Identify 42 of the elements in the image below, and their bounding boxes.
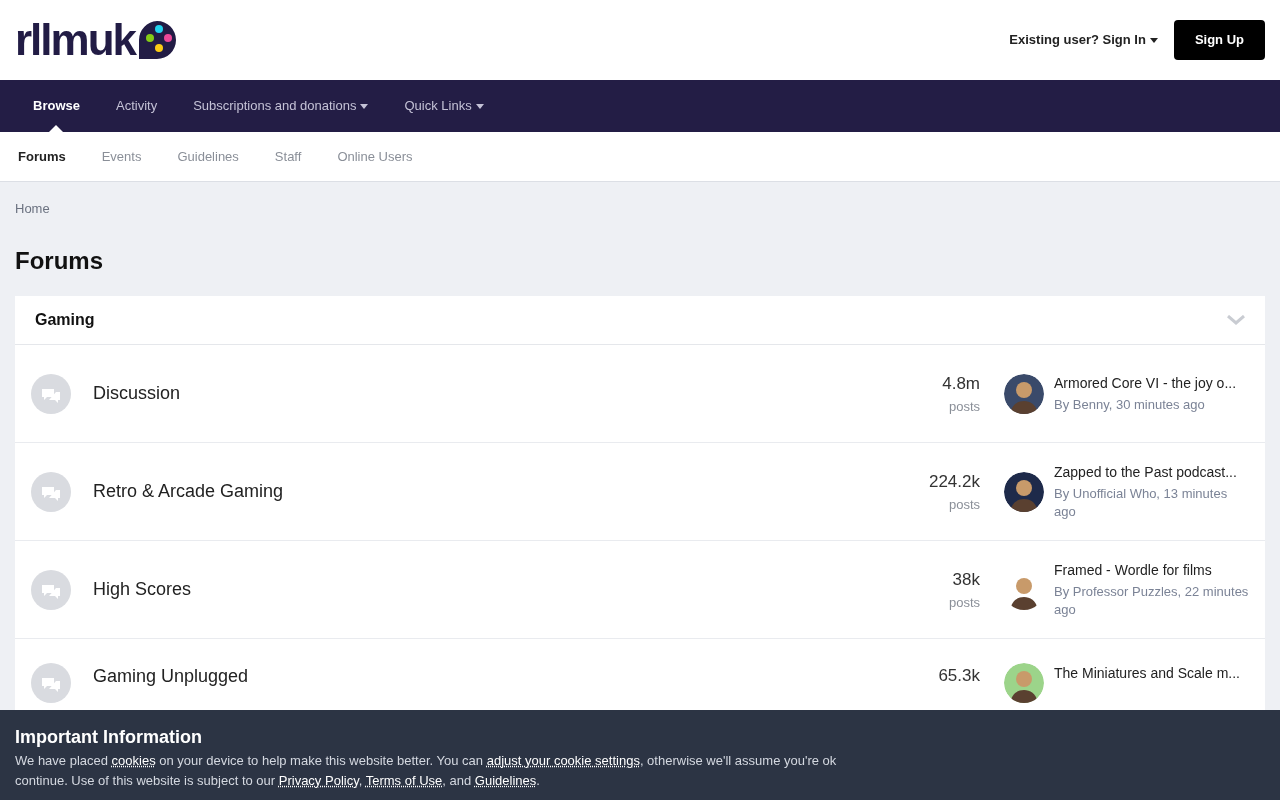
nav-tab[interactable]: Subscriptions and donations [175,80,387,132]
cookie-notice: We have placed cookies on your device to help make this website better. You can adjust your cookie settings, otherwise we'll assume you're ok continue. Use of this website is subject to our Privacy Policy, Terms of Use, and Guidelines. [15,752,838,790]
forum-title[interactable]: High Scores [93,576,900,603]
forum-title[interactable]: Retro & Arcade Gaming [93,478,900,505]
last-post-title[interactable]: The Miniatures and Scale m... [1054,663,1249,684]
last-post-title[interactable]: Armored Core VI - the joy o... [1054,373,1249,394]
caret-icon [475,103,484,109]
chat-icon [31,471,71,512]
post-count: 224.2k [927,471,980,493]
forum-title[interactable]: Discussion [93,380,900,407]
cookie-link[interactable]: Privacy Policy [278,773,359,788]
post-count-label: posts [947,495,980,514]
cookie-link[interactable]: cookies [111,753,156,768]
category-title: Gaming [35,310,95,330]
post-count-label: posts [947,593,980,612]
cookie-title: Important Information [15,727,202,747]
last-post-title[interactable]: Framed - Wordle for films [1054,560,1249,581]
chevron-icon[interactable] [1227,315,1245,325]
last-post-meta: By Professor Puzzles, 22 minutes ago [1054,583,1249,619]
caret-icon [1149,37,1158,43]
nav-tab[interactable]: Quick Links [386,80,502,132]
chat-icon [31,373,71,414]
last-post-title[interactable]: Zapped to the Past podcast... [1054,462,1249,483]
breadcrumb-link[interactable]: Home [15,201,50,216]
last-post-meta: By Unofficial Who, 13 minutes ago [1054,485,1229,521]
logo[interactable]: rllmuk [15,18,136,62]
nav-tab[interactable]: Activity [97,80,176,132]
caret-icon [360,103,369,109]
chat-icon [31,569,71,610]
sign-up-button[interactable]: Sign Up [1173,20,1265,60]
post-count: 4.8m [941,373,980,395]
page-title: Forums [15,246,103,276]
sign-in-link[interactable]: Existing user? Sign In [1009,30,1158,50]
post-count: 65.3k [937,665,980,687]
forum-title[interactable]: Gaming Unplugged [93,663,900,690]
post-count: 38k [951,569,980,591]
cookie-link[interactable]: adjust your cookie settings [486,753,640,768]
logo-icon [137,20,178,60]
subnav-tab[interactable]: Forums [18,146,66,167]
chat-icon [31,663,71,703]
post-count-label: posts [947,397,980,416]
last-post-meta: By Benny, 30 minutes ago [1054,396,1206,414]
